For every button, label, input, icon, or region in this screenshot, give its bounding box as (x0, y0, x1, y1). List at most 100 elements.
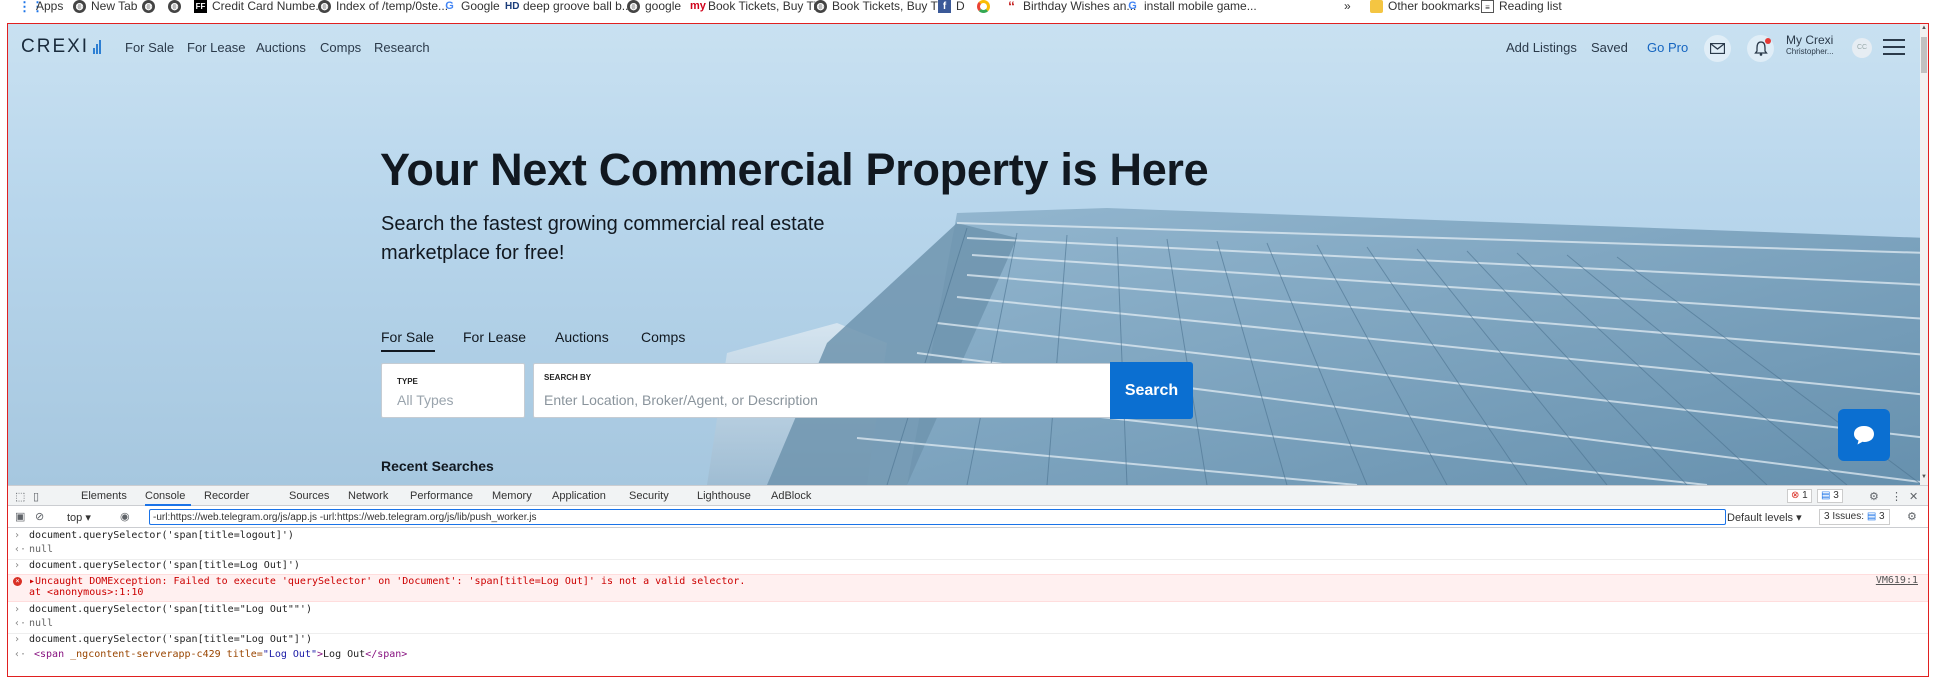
globe-icon: ◍ (627, 0, 640, 13)
devtools-tab-application[interactable]: Application (552, 490, 606, 502)
eye-icon[interactable]: ◉ (120, 510, 130, 523)
bookmark-index[interactable]: ◍ Index of /temp/0ste... (318, 0, 448, 14)
scroll-thumb[interactable] (1921, 37, 1927, 73)
devtools-tab-elements[interactable]: Elements (81, 490, 127, 502)
context-selector[interactable]: top ▾ (67, 511, 91, 524)
other-bookmarks[interactable]: Other bookmarks (1370, 0, 1480, 14)
close-devtools-icon[interactable]: ✕ (1909, 490, 1918, 503)
reading-list[interactable]: ≡ Reading list (1481, 0, 1562, 14)
settings-gear-icon[interactable]: ⚙ (1869, 490, 1879, 503)
console-input-line[interactable]: › document.querySelector('span[title="Log… (7, 604, 1928, 615)
search-tab-for-lease[interactable]: For Lease (463, 329, 526, 345)
bookmark-item[interactable]: ◍ (168, 0, 181, 14)
bookmark-birthday[interactable]: “Birthday Wishes an... (1005, 0, 1136, 14)
devtools-panel: ⬚ ▯ Elements Console Recorder Sources Ne… (7, 485, 1928, 698)
search-by-field[interactable]: SEARCH BY (533, 363, 1111, 418)
property-type-select[interactable]: TYPE All Types (381, 363, 525, 418)
bookmark-new-tab[interactable]: ◍ New Tab (73, 0, 137, 14)
nav-auctions[interactable]: Auctions (256, 40, 306, 55)
ff-icon: FF (194, 0, 207, 13)
globe-icon: ◍ (318, 0, 331, 13)
devtools-tab-sources[interactable]: Sources (289, 490, 329, 502)
scroll-down-icon[interactable]: ▼ (1921, 474, 1927, 480)
folder-icon (1370, 0, 1383, 13)
devtools-tab-lighthouse[interactable]: Lighthouse (697, 490, 751, 502)
bookmark-book-tickets[interactable]: my Book Tickets, Buy Ti... (690, 0, 826, 14)
my-crexi-menu[interactable]: My Crexi Christopher... (1786, 34, 1834, 57)
search-tab-for-sale[interactable]: For Sale (381, 329, 434, 345)
console-element-output[interactable]: ‹· <span _ngcontent-serverapp-c429 title… (7, 649, 1928, 660)
bookmark-credit-card[interactable]: FF Credit Card Numbe... (194, 0, 325, 14)
messages-button[interactable] (1704, 35, 1731, 62)
message-icon: ▤ (1821, 490, 1831, 501)
error-source-link[interactable]: VM619:1 (1876, 575, 1918, 586)
globe-icon: ◍ (168, 0, 181, 13)
recent-searches-heading: Recent Searches (381, 458, 494, 474)
prompt-icon: › (14, 530, 21, 541)
devtools-tab-performance[interactable]: Performance (410, 490, 473, 502)
avatar[interactable]: CC (1852, 38, 1872, 58)
add-listings-link[interactable]: Add Listings (1506, 40, 1577, 55)
console-error-line[interactable]: × ▸Uncaught DOMException: Failed to exec… (7, 574, 1928, 602)
hamburger-menu-icon[interactable] (1883, 39, 1905, 55)
error-count-badge[interactable]: ⊗ 1 (1787, 489, 1812, 503)
issues-badge[interactable]: 3 Issues: ▤ 3 (1819, 509, 1890, 525)
result-arrow-icon: ‹· (14, 649, 27, 660)
bookmark-facebook[interactable]: fD (938, 0, 965, 14)
notifications-button[interactable] (1747, 35, 1774, 62)
console-output: › document.querySelector('span[title=logo… (7, 528, 1928, 698)
error-icon: × (13, 577, 22, 586)
bookmark-google[interactable]: G Google (443, 0, 499, 14)
devtools-tab-console[interactable]: Console (145, 490, 185, 502)
result-arrow-icon: ‹· (14, 618, 27, 629)
apps-icon: ⋮⋮ (18, 0, 44, 14)
clear-console-icon[interactable]: ⊘ (35, 510, 44, 523)
message-count-badge[interactable]: ▤ 3 (1817, 489, 1843, 503)
logo-bars-icon (93, 40, 102, 54)
scroll-up-icon[interactable]: ▲ (1921, 25, 1927, 31)
bookmark-google-2[interactable]: ◍ google (627, 0, 681, 14)
go-pro-link[interactable]: Go Pro (1647, 40, 1688, 55)
nav-for-sale[interactable]: For Sale (125, 40, 174, 55)
default-levels-dropdown[interactable]: Default levels ▾ (1727, 511, 1802, 524)
search-tab-comps[interactable]: Comps (641, 329, 685, 345)
nav-comps[interactable]: Comps (320, 40, 361, 55)
search-button[interactable]: Search (1110, 362, 1193, 419)
nav-research[interactable]: Research (374, 40, 430, 55)
device-toolbar-icon[interactable]: ▯ (33, 490, 39, 503)
console-settings-icon[interactable]: ⚙ (1907, 510, 1917, 523)
prompt-icon: › (14, 560, 21, 571)
chat-button[interactable] (1838, 409, 1890, 461)
sidebar-toggle-icon[interactable]: ▣ (15, 510, 25, 523)
inspect-icon[interactable]: ⬚ (15, 490, 25, 503)
devtools-tab-recorder[interactable]: Recorder (204, 490, 249, 502)
page-scrollbar[interactable]: ▲ ▼ (1920, 23, 1928, 485)
notification-dot (1765, 38, 1771, 44)
crexi-logo[interactable]: CREXI (21, 36, 102, 58)
devtools-tab-memory[interactable]: Memory (492, 490, 532, 502)
nav-for-lease[interactable]: For Lease (187, 40, 246, 55)
saved-link[interactable]: Saved (1591, 40, 1628, 55)
prompt-icon: › (14, 634, 21, 645)
bookmark-install[interactable]: Ginstall mobile game... (1126, 0, 1257, 14)
more-options-icon[interactable]: ⋮ (1891, 490, 1902, 503)
top-nav: CREXI For Sale For Lease Auctions Comps … (7, 23, 1928, 71)
search-input[interactable] (544, 389, 1084, 411)
globe-icon: ◍ (73, 0, 86, 13)
bookmark-item[interactable] (977, 0, 990, 14)
bookmark-apps[interactable]: ⋮⋮ Apps (18, 0, 63, 14)
devtools-tab-adblock[interactable]: AdBlock (771, 490, 811, 502)
bookmark-item[interactable]: ◍ (142, 0, 155, 14)
error-icon: ⊗ (1791, 490, 1800, 501)
console-input-line[interactable]: › document.querySelector('span[title=Log … (7, 559, 1928, 571)
result-arrow-icon: ‹· (14, 544, 27, 555)
bookmark-deep-groove[interactable]: HD deep groove ball b... (505, 0, 632, 14)
search-tab-auctions[interactable]: Auctions (555, 329, 609, 345)
console-input-line[interactable]: › document.querySelector('span[title="Log… (7, 633, 1928, 645)
console-filter-input[interactable] (149, 509, 1726, 525)
bookmarks-overflow[interactable]: » (1344, 0, 1351, 14)
bookmark-book-tickets-2[interactable]: ◍ Book Tickets, Buy Ti... (814, 0, 950, 14)
console-input-line[interactable]: › document.querySelector('span[title=logo… (7, 530, 1928, 541)
devtools-tab-network[interactable]: Network (348, 490, 388, 502)
devtools-tab-security[interactable]: Security (629, 490, 669, 502)
